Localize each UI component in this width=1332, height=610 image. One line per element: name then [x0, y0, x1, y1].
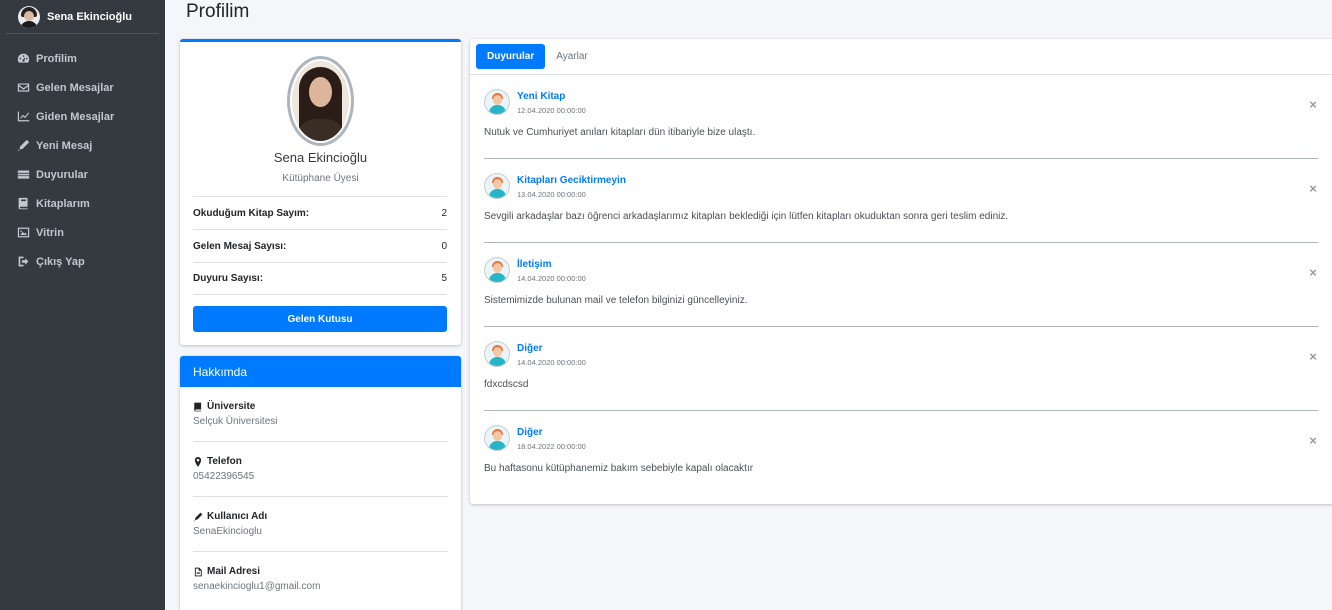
- sidebar-item-vitrin[interactable]: Vitrin: [0, 218, 165, 247]
- announcement-text: Bu haftasonu kütüphanemiz bakım sebebiyl…: [484, 463, 754, 474]
- tab-ayarlar[interactable]: Ayarlar: [545, 44, 599, 69]
- stat-row: Okuduğum Kitap Sayım: 2: [193, 196, 447, 229]
- tab-duyurular[interactable]: Duyurular: [476, 44, 546, 69]
- announcement-item: Diğer 14.04.2020 00:00:00 × fdxcdscsd: [484, 327, 1318, 411]
- sign-out-icon: [17, 255, 30, 268]
- sidebar-item-label: Vitrin: [36, 226, 64, 239]
- announcement-text: fdxcdscsd: [484, 379, 529, 390]
- sidebar-item-duyurular[interactable]: Duyurular: [0, 160, 165, 189]
- profile-role: Kütüphane Üyesi: [282, 173, 359, 184]
- file-icon: [194, 567, 202, 576]
- announcement-text: Sevgili arkadaşlar bazı öğrenci arkadaşl…: [484, 211, 1009, 222]
- announcement-title[interactable]: Diğer: [517, 343, 543, 354]
- dashboard-icon: [17, 52, 30, 65]
- book-icon: [194, 402, 202, 411]
- announcement-date: 18.04.2022 00:00:00: [517, 442, 586, 451]
- map-marker-icon: [194, 456, 202, 467]
- user-name: Sena Ekincioğlu: [47, 10, 132, 23]
- about-title: Hakkımda: [180, 356, 461, 387]
- sidebar-nav: Profilim Gelen Mesajlar Giden Mesajlar Y…: [0, 44, 165, 276]
- stat-row: Gelen Mesaj Sayısı: 0: [193, 229, 447, 262]
- about-label: Kullanıcı Adı: [207, 511, 268, 522]
- envelope-icon: [17, 81, 30, 94]
- sidebar-item-profilim[interactable]: Profilim: [0, 44, 165, 73]
- tabs: Duyurular Ayarlar: [470, 39, 1332, 75]
- stat-value: 0: [441, 240, 447, 252]
- about-item-university: Üniversite Selçuk Üniversitesi: [193, 387, 448, 442]
- inbox-button[interactable]: Gelen Kutusu: [193, 306, 447, 332]
- user-avatar-icon: [484, 173, 510, 199]
- sidebar-item-giden-mesajlar[interactable]: Giden Mesajlar: [0, 102, 165, 131]
- pen-icon: [17, 139, 30, 152]
- page-title: Profilim: [186, 1, 250, 22]
- sidebar: Sena Ekincioğlu Profilim Gelen Mesajlar …: [0, 0, 165, 610]
- close-icon[interactable]: ×: [1308, 97, 1318, 112]
- book-icon: [17, 197, 30, 210]
- profile-stats: Okuduğum Kitap Sayım: 2 Gelen Mesaj Sayı…: [193, 196, 447, 295]
- announcement-title[interactable]: Kitapları Geciktirmeyin: [517, 175, 626, 186]
- announcement-text: Sistemimizde bulunan mail ve telefon bil…: [484, 295, 748, 306]
- about-label: Telefon: [207, 456, 242, 467]
- profile-card: Sena Ekincioğlu Kütüphane Üyesi Okuduğum…: [180, 39, 461, 345]
- stat-row: Duyuru Sayısı: 5: [193, 262, 447, 295]
- announcement-title[interactable]: Diğer: [517, 427, 543, 438]
- announcement-date: 12.04.2020 00:00:00: [517, 106, 586, 115]
- announcement-item: Kitapları Geciktirmeyin 13.04.2020 00:00…: [484, 159, 1318, 243]
- sidebar-item-yeni-mesaj[interactable]: Yeni Mesaj: [0, 131, 165, 160]
- about-value: senaekincioglu1@gmail.com: [193, 581, 321, 592]
- announcement-title[interactable]: İletişim: [517, 259, 551, 270]
- sidebar-item-label: Gelen Mesajlar: [36, 81, 114, 94]
- stat-label: Okuduğum Kitap Sayım:: [193, 207, 310, 219]
- about-value: Selçuk Üniversitesi: [193, 416, 278, 427]
- avatar: [18, 5, 40, 28]
- about-value: SenaEkincioglu: [193, 526, 262, 537]
- stat-label: Gelen Mesaj Sayısı:: [193, 240, 287, 252]
- announcement-text: Nutuk ve Cumhuriyet anıları kitapları dü…: [484, 127, 756, 138]
- list-icon: [17, 168, 30, 181]
- profile-name: Sena Ekincioğlu: [273, 150, 368, 165]
- user-avatar-icon: [484, 341, 510, 367]
- about-item-email: Mail Adresi senaekincioglu1@gmail.com: [193, 552, 448, 607]
- image-icon: [17, 226, 30, 239]
- about-label: Üniversite: [207, 401, 256, 412]
- announcement-title[interactable]: Yeni Kitap: [517, 91, 565, 102]
- announcement-item: Diğer 18.04.2022 00:00:00 × Bu haftasonu…: [484, 411, 1318, 495]
- sidebar-item-kitaplarim[interactable]: Kitaplarım: [0, 189, 165, 218]
- about-item-phone: Telefon 05422396545: [193, 442, 448, 497]
- close-icon[interactable]: ×: [1308, 433, 1318, 448]
- close-icon[interactable]: ×: [1308, 181, 1318, 196]
- announcement-list: Yeni Kitap 12.04.2020 00:00:00 × Nutuk v…: [470, 75, 1332, 495]
- announcement-item: Yeni Kitap 12.04.2020 00:00:00 × Nutuk v…: [484, 75, 1318, 159]
- sidebar-item-gelen-mesajlar[interactable]: Gelen Mesajlar: [0, 73, 165, 102]
- about-card: Hakkımda Üniversite Selçuk Üniversitesi …: [180, 356, 461, 610]
- about-label: Mail Adresi: [207, 566, 260, 577]
- sidebar-item-label: Profilim: [36, 52, 77, 65]
- sidebar-item-label: Giden Mesajlar: [36, 110, 115, 123]
- user-avatar-icon: [484, 257, 510, 283]
- close-icon[interactable]: ×: [1308, 265, 1318, 280]
- user-avatar-icon: [484, 425, 510, 451]
- chart-line-icon: [17, 110, 30, 123]
- close-icon[interactable]: ×: [1308, 349, 1318, 364]
- sidebar-item-cikis-yap[interactable]: Çıkış Yap: [0, 247, 165, 276]
- announcement-date: 14.04.2020 00:00:00: [517, 274, 586, 283]
- about-item-username: Kullanıcı Adı SenaEkincioglu: [193, 497, 448, 552]
- sidebar-item-label: Kitaplarım: [36, 197, 90, 210]
- user-avatar-icon: [484, 89, 510, 115]
- about-value: 05422396545: [193, 471, 255, 482]
- stat-value: 2: [441, 207, 447, 219]
- announcement-date: 13.04.2020 00:00:00: [517, 190, 586, 199]
- pencil-icon: [193, 512, 203, 521]
- announcement-item: İletişim 14.04.2020 00:00:00 × Sistemimi…: [484, 243, 1318, 327]
- announcement-date: 14.04.2020 00:00:00: [517, 358, 586, 367]
- profile-photo: [287, 56, 354, 146]
- sidebar-item-label: Çıkış Yap: [36, 255, 85, 268]
- stat-label: Duyuru Sayısı:: [193, 273, 264, 284]
- stat-value: 5: [441, 273, 447, 284]
- announcements-card: Duyurular Ayarlar Yeni Kitap 12.04.2020 …: [470, 39, 1332, 504]
- sidebar-item-label: Duyurular: [36, 168, 88, 181]
- sidebar-item-label: Yeni Mesaj: [36, 139, 93, 152]
- user-panel[interactable]: Sena Ekincioğlu: [6, 0, 159, 34]
